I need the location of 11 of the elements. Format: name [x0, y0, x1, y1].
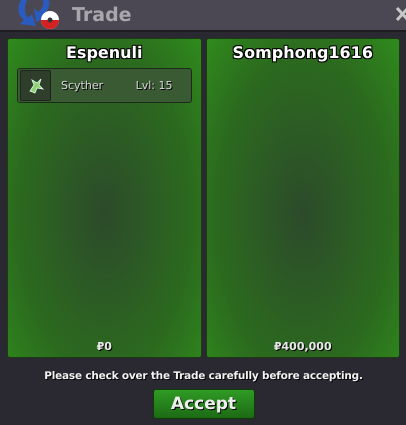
- accept-button[interactable]: Accept: [152, 389, 254, 419]
- window-title: Trade: [72, 4, 132, 26]
- notice-text: Please check over the Trade carefully before accepting.: [43, 370, 364, 382]
- close-icon[interactable]: [396, 7, 406, 21]
- money-amount: ₽400,000: [272, 340, 333, 353]
- player-name: Espenuli: [64, 43, 144, 62]
- pokemon-item[interactable]: Scyther Lvl: 15: [17, 68, 192, 103]
- pokemon-name: Scyther: [61, 79, 104, 92]
- pokemon-level: Lvl: 15: [136, 79, 172, 92]
- player-name: Somphong1616: [232, 43, 374, 62]
- money-amount: ₽0: [96, 340, 113, 353]
